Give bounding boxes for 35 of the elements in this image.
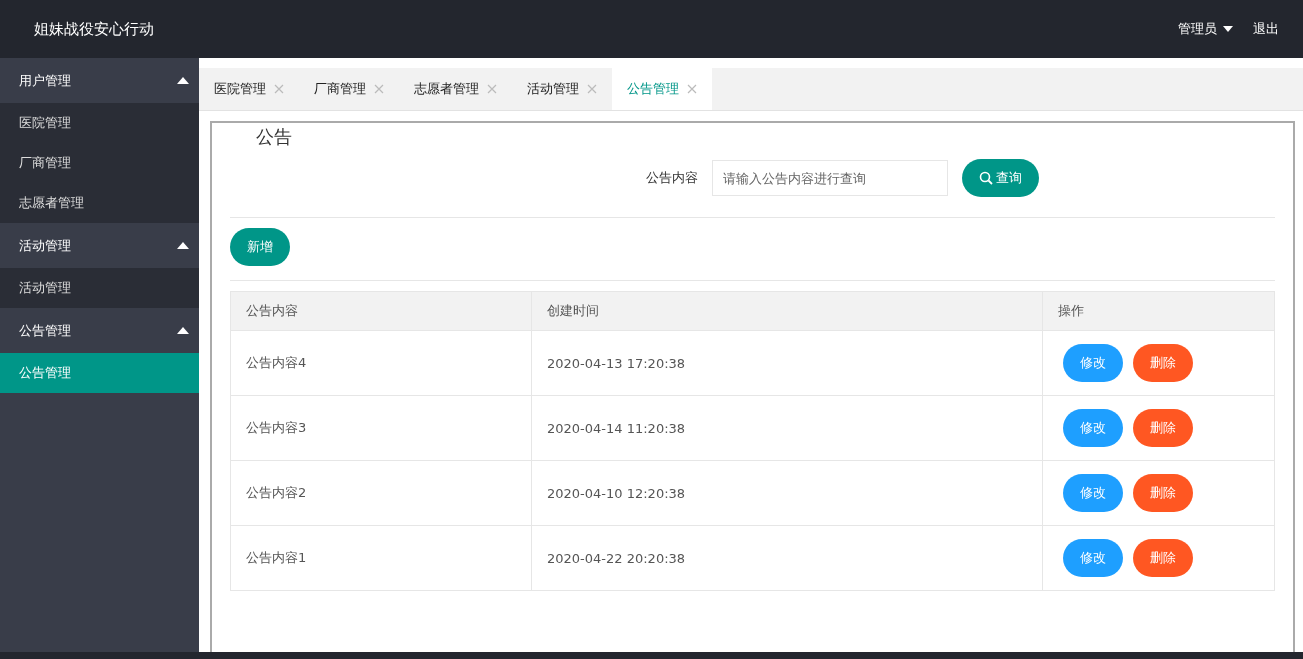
close-icon[interactable] (374, 84, 384, 94)
add-button[interactable]: 新增 (230, 228, 290, 266)
search-button[interactable]: 查询 (962, 159, 1039, 197)
tab[interactable]: 志愿者管理 (399, 68, 512, 110)
table-cell: 公告内容4 (230, 330, 532, 396)
column-header: 操作 (1042, 291, 1275, 331)
tab[interactable]: 活动管理 (512, 68, 612, 110)
caret-icon (1223, 26, 1233, 32)
column-header: 公告内容 (230, 291, 532, 331)
sidebar-item[interactable]: 医院管理 (0, 103, 199, 143)
tab[interactable]: 公告管理 (612, 68, 712, 110)
app-title: 姐妹战役安心行动 (34, 19, 154, 39)
table-cell: 2020-04-10 12:20:38 (531, 460, 1043, 526)
sidebar-item[interactable]: 志愿者管理 (0, 183, 199, 223)
close-icon[interactable] (587, 84, 597, 94)
column-header: 创建时间 (531, 291, 1043, 331)
sidebar-item[interactable]: 活动管理 (0, 268, 199, 308)
tab[interactable]: 医院管理 (199, 68, 299, 110)
close-icon[interactable] (687, 84, 697, 94)
close-icon[interactable] (487, 84, 497, 94)
table-cell: 公告内容3 (230, 395, 532, 461)
table-cell: 2020-04-13 17:20:38 (531, 330, 1043, 396)
sidebar-item[interactable]: 厂商管理 (0, 143, 199, 183)
search-field[interactable]: 请输入公告内容进行查询 (712, 160, 948, 196)
table-cell: 2020-04-22 20:20:38 (531, 525, 1043, 591)
logout-link[interactable]: 退出 (1247, 16, 1285, 42)
table-cell: 2020-04-14 11:20:38 (531, 395, 1043, 461)
close-icon[interactable] (274, 84, 284, 94)
search-icon (979, 171, 993, 185)
sidebar-item[interactable]: 公告管理 (0, 353, 199, 393)
tab[interactable]: 厂商管理 (299, 68, 399, 110)
user-menu[interactable]: 管理员 (1172, 16, 1239, 42)
table-cell: 公告内容1 (230, 525, 532, 591)
search-label: 公告内容 (646, 169, 698, 187)
table-cell: 公告内容2 (230, 460, 532, 526)
